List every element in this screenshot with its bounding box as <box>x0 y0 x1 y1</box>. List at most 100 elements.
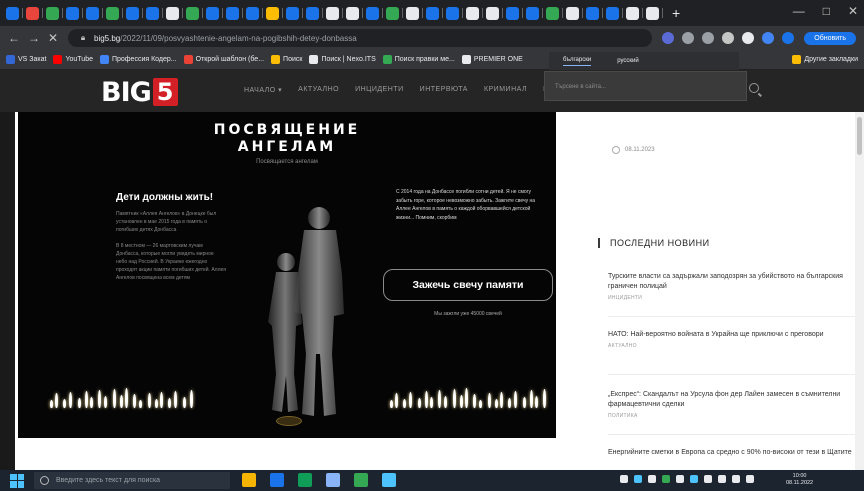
bookmark-item[interactable]: Профессия Кодер... <box>99 55 177 64</box>
scrollbar-thumb[interactable] <box>857 117 862 155</box>
browser-tab-favicon[interactable] <box>226 6 239 20</box>
browser-tab-favicon[interactable] <box>586 6 599 20</box>
browser-tab-favicon[interactable] <box>106 6 119 20</box>
news-title-link[interactable]: „Експрес“: Скандалът на Урсула фон дер Л… <box>608 390 864 410</box>
browser-tab-favicon[interactable] <box>626 6 639 20</box>
tray-icon[interactable] <box>732 475 740 483</box>
taskbar-app-icon[interactable] <box>354 473 368 487</box>
search-icon[interactable] <box>749 83 759 93</box>
lang-option-bulgarian[interactable]: български <box>563 57 592 66</box>
news-category[interactable]: ПОЛИТИКА <box>608 413 864 419</box>
browser-tab-favicon[interactable] <box>406 6 419 20</box>
taskbar-app-icon[interactable] <box>298 473 312 487</box>
extension-icon[interactable] <box>742 32 755 44</box>
browser-tab-favicon[interactable] <box>186 6 199 20</box>
browser-tab-favicon[interactable] <box>26 6 39 20</box>
browser-tab-favicon[interactable] <box>466 6 479 20</box>
menu-item[interactable]: КРИМИНАЛ <box>484 86 527 94</box>
tray-icon[interactable] <box>704 475 712 483</box>
taskbar-app-icon[interactable] <box>242 473 256 487</box>
extension-icon[interactable] <box>702 32 715 44</box>
news-item[interactable]: „Експрес“: Скандалът на Урсула фон дер Л… <box>608 390 864 435</box>
extension-icon[interactable] <box>682 32 695 44</box>
minimize-icon[interactable]: — <box>793 4 805 18</box>
browser-tab-favicon[interactable] <box>526 6 539 20</box>
news-item[interactable]: Енергийните сметки в Европа са средно с … <box>608 448 864 461</box>
browser-tab-favicon[interactable] <box>166 6 179 20</box>
site-logo[interactable]: BIG 5 <box>101 77 178 108</box>
taskbar-app-icon[interactable] <box>326 473 340 487</box>
forward-icon[interactable]: → <box>28 31 40 45</box>
extension-icon[interactable] <box>762 32 775 44</box>
menu-item[interactable]: ИНЦИДЕНТИ <box>355 86 404 94</box>
maximize-icon[interactable]: □ <box>823 4 830 18</box>
browser-tab-favicon[interactable] <box>606 6 619 20</box>
extension-icon[interactable] <box>722 32 735 44</box>
bookmark-item[interactable]: Поиск | Nexo.ITS <box>309 55 376 64</box>
browser-tab-favicon[interactable] <box>426 6 439 20</box>
taskbar-app-icon[interactable] <box>270 473 284 487</box>
bookmark-item[interactable]: PREMIER ONE <box>461 55 523 64</box>
browser-tab-favicon[interactable] <box>286 6 299 20</box>
tray-icon[interactable] <box>690 475 698 483</box>
update-button[interactable]: Обновить <box>804 31 856 45</box>
bookmark-item[interactable]: VS Закаt <box>6 55 46 64</box>
browser-tab-favicon[interactable] <box>506 6 519 20</box>
url-field[interactable]: 🔒︎ big5.bg/2022/11/09/posvyashtenie-ange… <box>68 29 653 47</box>
tray-icon[interactable] <box>648 475 656 483</box>
windows-start-icon[interactable] <box>10 473 24 488</box>
browser-tab-favicon[interactable] <box>66 6 79 20</box>
light-candle-button[interactable]: Зажечь свечу памяти <box>383 269 553 301</box>
news-title-link[interactable]: Турските власти са задържали заподозрян … <box>608 272 864 292</box>
browser-tab-favicon[interactable] <box>126 6 139 20</box>
tray-icon[interactable] <box>662 475 670 483</box>
tray-icon[interactable] <box>746 475 754 483</box>
browser-tab-favicon[interactable] <box>6 6 19 20</box>
news-title-link[interactable]: Енергийните сметки в Европа са средно с … <box>608 448 864 458</box>
bookmark-item[interactable]: Другие закладки <box>792 55 858 64</box>
news-category[interactable]: АКТУАЛНО <box>608 343 864 349</box>
news-category[interactable]: ИНЦИДЕНТИ <box>608 295 864 301</box>
menu-item[interactable]: НАЧАЛО ▾ <box>244 86 282 94</box>
browser-tab-favicon[interactable] <box>346 6 359 20</box>
browser-tab-favicon[interactable] <box>566 6 579 20</box>
browser-tab-favicon[interactable] <box>46 6 59 20</box>
news-item[interactable]: НАТО: Най-вероятно войната в Украйна ще … <box>608 330 864 375</box>
bookmark-item[interactable]: Поиск <box>271 55 302 64</box>
taskbar-search-input[interactable]: Введите здесь текст для поиска <box>34 472 230 489</box>
extension-icon[interactable] <box>782 32 795 44</box>
news-title-link[interactable]: НАТО: Най-вероятно войната в Украйна ще … <box>608 330 864 340</box>
extension-icon[interactable] <box>662 32 675 44</box>
search-input[interactable]: Търсене в сайта... <box>544 71 747 101</box>
lang-option-russian[interactable]: русский <box>617 58 639 64</box>
menu-item[interactable]: АКТУАЛНО <box>298 86 339 94</box>
bookmark-item[interactable]: Открой шаблон (бе... <box>183 55 264 64</box>
menu-item[interactable]: ИНТЕРВЮТА <box>420 86 468 94</box>
back-icon[interactable]: ← <box>8 31 20 45</box>
browser-tab-favicon[interactable] <box>386 6 399 20</box>
browser-tab-favicon[interactable] <box>486 6 499 20</box>
browser-tab-favicon[interactable] <box>86 6 99 20</box>
scrollbar[interactable] <box>855 112 864 470</box>
stop-icon[interactable]: ✕ <box>48 31 58 45</box>
new-tab-icon[interactable]: + <box>672 5 680 21</box>
close-icon[interactable]: ✕ <box>848 4 858 18</box>
tray-icon[interactable] <box>676 475 684 483</box>
browser-tab-favicon[interactable] <box>446 6 459 20</box>
bookmark-item[interactable]: Поиск правки ме... <box>382 55 455 64</box>
browser-tab-favicon[interactable] <box>246 6 259 20</box>
browser-tab-favicon[interactable] <box>646 6 659 20</box>
browser-tab-favicon[interactable] <box>546 6 559 20</box>
browser-tab-favicon[interactable] <box>366 6 379 20</box>
news-item[interactable]: Турските власти са задържали заподозрян … <box>608 272 864 317</box>
tray-icon[interactable] <box>634 475 642 483</box>
browser-tab-favicon[interactable] <box>306 6 319 20</box>
bookmark-item[interactable]: YouTube <box>53 55 93 64</box>
browser-tab-favicon[interactable] <box>146 6 159 20</box>
browser-tab-favicon[interactable] <box>266 6 279 20</box>
browser-tab-favicon[interactable] <box>206 6 219 20</box>
tray-icon[interactable] <box>718 475 726 483</box>
tray-icon[interactable] <box>620 475 628 483</box>
browser-tab-favicon[interactable] <box>326 6 339 20</box>
taskbar-app-icon[interactable] <box>382 473 396 487</box>
